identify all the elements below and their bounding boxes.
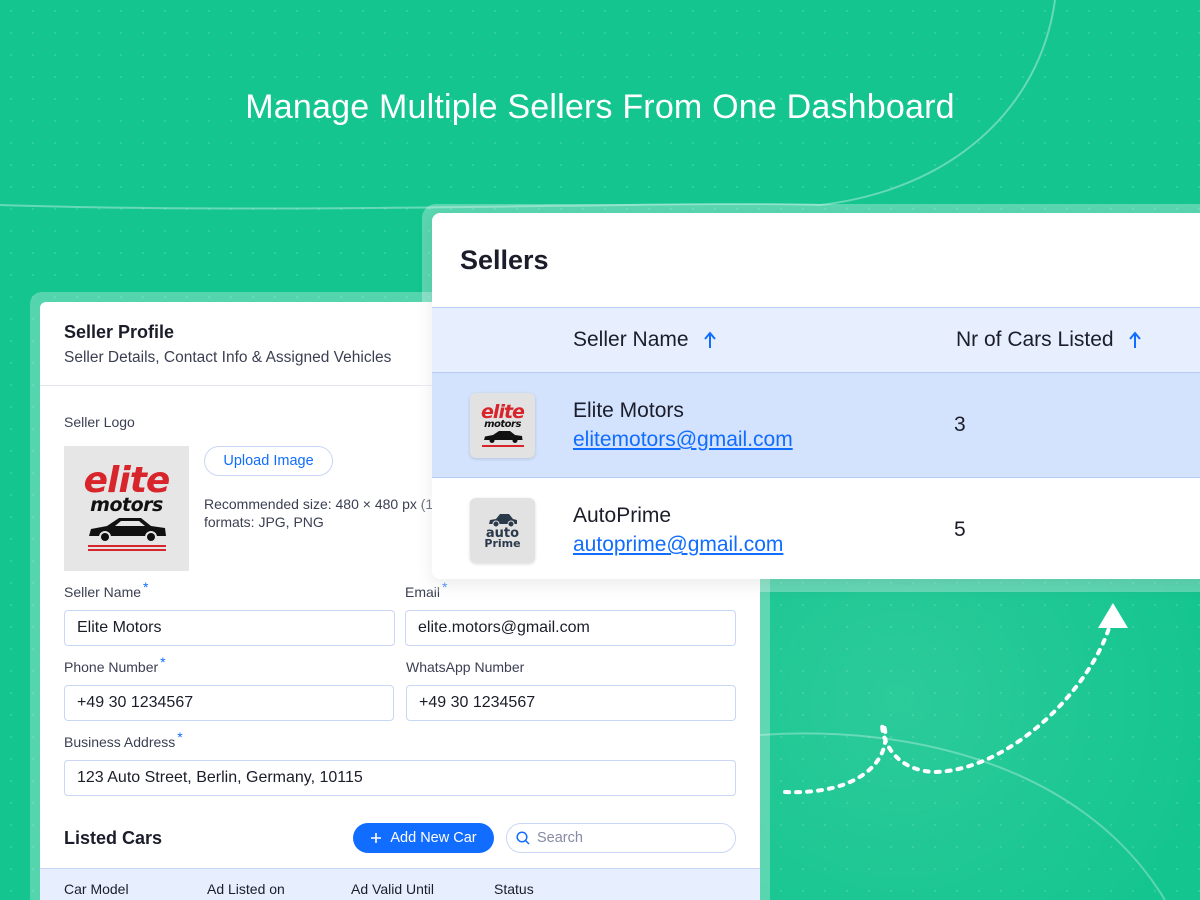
seller-logo-image: elite motors xyxy=(64,446,189,571)
search-input[interactable]: Search xyxy=(506,823,736,853)
phone-label: Phone Number * xyxy=(64,654,166,675)
logo-word-2: motors xyxy=(90,493,163,516)
whatsapp-label: WhatsApp Number xyxy=(406,659,525,675)
plus-icon xyxy=(371,833,382,843)
upload-image-button[interactable]: Upload Image xyxy=(204,446,333,476)
logo-word-1: elite xyxy=(83,460,171,502)
seller-logo-thumbnail: elite motors xyxy=(470,393,535,458)
car-icon xyxy=(88,517,166,543)
whatsapp-input[interactable]: +49 30 1234567 xyxy=(406,685,736,721)
sellers-title: Sellers xyxy=(460,245,549,275)
column-header[interactable]: Ad Valid Until xyxy=(351,881,434,897)
cars-listed-count: 3 xyxy=(954,413,966,436)
listed-cars-title: Listed Cars xyxy=(64,828,163,848)
column-header[interactable]: Car Model xyxy=(64,881,129,897)
add-new-car-label: Add New Car xyxy=(390,830,477,846)
seller-name-input[interactable]: Elite Motors xyxy=(64,610,395,646)
email-input[interactable]: elite.motors@gmail.com xyxy=(405,610,736,646)
seller-row[interactable]: auto Prime AutoPrime autoprime@gmail.com… xyxy=(432,478,1200,579)
address-label: Business Address * xyxy=(64,729,183,750)
logo-word-2: Prime xyxy=(484,537,521,551)
seller-logo-thumbnail: auto Prime xyxy=(470,498,535,563)
seller-name: Elite Motors xyxy=(573,399,684,422)
seller-name-label-text: Seller Name xyxy=(64,584,142,600)
seller-name-header-label: Seller Name xyxy=(573,328,689,351)
sort-ascending-icon[interactable] xyxy=(1128,331,1142,349)
sellers-table-header: Seller Name Nr of Cars Listed xyxy=(432,307,1200,373)
column-header-seller-name[interactable]: Seller Name xyxy=(573,328,717,352)
seller-email-link[interactable]: elitemotors@gmail.com xyxy=(573,428,793,452)
formats-text: formats: JPG, PNG xyxy=(204,514,324,530)
address-label-text: Business Address xyxy=(64,734,176,750)
sellers-table-card: Sellers Seller Name Nr of Cars Listed el… xyxy=(432,213,1200,579)
address-input[interactable]: 123 Auto Street, Berlin, Germany, 10115 xyxy=(64,760,736,796)
seller-email-link[interactable]: autoprime@gmail.com xyxy=(573,533,783,557)
seller-logo-label: Seller Logo xyxy=(64,414,135,430)
search-placeholder: Search xyxy=(537,830,583,846)
cars-listed-count: 5 xyxy=(954,518,966,541)
logo-stripe xyxy=(87,548,166,551)
phone-input[interactable]: +49 30 1234567 xyxy=(64,685,394,721)
search-icon xyxy=(516,831,530,845)
add-new-car-button[interactable]: Add New Car xyxy=(353,823,494,853)
seller-row[interactable]: elite motors Elite Motors elitemotors@gm… xyxy=(432,373,1200,478)
phone-label-text: Phone Number xyxy=(64,659,159,675)
upload-recommendation: Recommended size: 480 × 480 px (1 format… xyxy=(204,495,444,531)
recommended-size-text: Recommended size: 480 × 480 px (1 xyxy=(204,496,434,512)
required-mark: * xyxy=(143,579,149,595)
logo-word-1: elite xyxy=(481,401,525,424)
logo-stripe xyxy=(481,445,524,447)
column-header[interactable]: Status xyxy=(494,881,534,897)
sort-ascending-icon[interactable] xyxy=(703,331,717,349)
column-header[interactable]: Ad Listed on xyxy=(207,881,285,897)
headline: Manage Multiple Sellers From One Dashboa… xyxy=(245,88,955,126)
car-icon xyxy=(483,431,522,444)
column-header-cars-listed[interactable]: Nr of Cars Listed xyxy=(956,328,1142,352)
seller-name: AutoPrime xyxy=(573,504,672,527)
cars-listed-header-label: Nr of Cars Listed xyxy=(956,328,1114,351)
seller-name-label: Seller Name * xyxy=(64,579,148,600)
required-mark: * xyxy=(177,729,183,745)
logo-word-2: motors xyxy=(484,419,521,431)
listed-cars-table-header: Car Model Ad Listed on Ad Valid Until St… xyxy=(40,868,760,900)
required-mark: * xyxy=(160,654,166,670)
logo-stripe xyxy=(87,544,166,547)
